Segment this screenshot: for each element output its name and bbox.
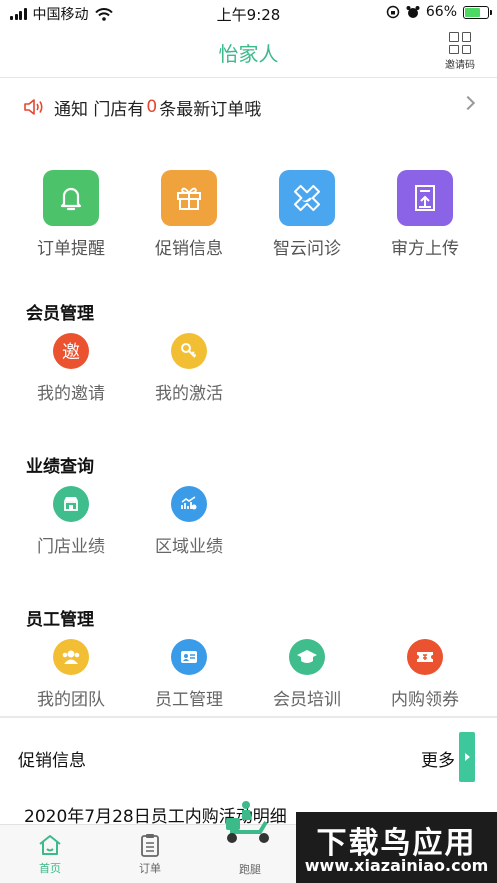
order-notice-bar[interactable]: 通知 门店有 0 条最新订单哦 <box>0 78 497 136</box>
internal-coupon-label: 内购领券 <box>391 690 459 710</box>
promotion-header: 促销信息 更多 <box>0 730 497 782</box>
invite-code-label: 邀请码 <box>445 60 475 71</box>
watermark-overlay: 下载鸟应用 www.xiazainiao.com <box>296 812 497 883</box>
tab-home-label: 首页 <box>39 862 61 875</box>
side-expand-tab[interactable] <box>459 732 475 782</box>
more-link[interactable]: 更多 <box>421 746 455 771</box>
store-icon <box>53 486 89 522</box>
my-invite-button[interactable]: 邀 我的邀请 <box>12 333 130 404</box>
order-reminder-button[interactable]: 订单提醒 <box>12 170 130 259</box>
staff-management-label: 员工管理 <box>155 690 223 710</box>
internal-coupon-button[interactable]: 内购领券 <box>366 639 484 710</box>
qr-code-icon <box>449 32 471 54</box>
alarm-icon <box>406 6 420 18</box>
home-icon <box>39 835 61 855</box>
region-performance-label: 区域业绩 <box>155 537 223 557</box>
tab-errand-label: 跑腿 <box>239 863 261 876</box>
performance-title: 业绩查询 <box>26 457 94 477</box>
my-team-label: 我的团队 <box>37 690 105 710</box>
section-divider <box>0 716 497 718</box>
smart-consult-label: 智云问诊 <box>273 239 341 259</box>
tab-orders-label: 订单 <box>139 862 161 875</box>
my-activation-button[interactable]: 我的激活 <box>130 333 248 404</box>
clipboard-icon <box>141 834 159 857</box>
member-training-button[interactable]: 会员培训 <box>248 639 366 710</box>
team-icon <box>53 639 89 675</box>
graduation-icon <box>289 639 325 675</box>
member-mgmt-title: 会员管理 <box>26 304 94 324</box>
prescription-upload-button[interactable]: 审方上传 <box>366 170 484 259</box>
invite-code-button[interactable]: 邀请码 <box>443 32 477 71</box>
navbar: 怡家人 邀请码 <box>0 26 497 78</box>
speaker-icon <box>24 99 43 115</box>
member-training-label: 会员培训 <box>273 690 341 710</box>
prescription-upload-label: 审方上传 <box>391 239 459 259</box>
chevron-right-icon <box>460 95 476 111</box>
my-activation-label: 我的激活 <box>155 384 223 404</box>
region-performance-button[interactable]: 区域业绩 <box>130 486 248 557</box>
smart-consult-button[interactable]: 智云问诊 <box>248 170 366 259</box>
upload-icon <box>397 170 453 226</box>
battery-icon <box>463 5 492 19</box>
order-reminder-label: 订单提醒 <box>37 239 105 259</box>
staff-management-button[interactable]: 员工管理 <box>130 639 248 710</box>
performance-row: 门店业绩 区域业绩 <box>12 486 248 557</box>
status-right: 66% <box>386 4 492 20</box>
promotion-info-label: 促销信息 <box>155 239 223 259</box>
staff-mgmt-title: 员工管理 <box>26 610 94 630</box>
gift-icon <box>161 170 217 226</box>
watermark-url: www.xiazainiao.com <box>304 856 489 875</box>
ticket-icon <box>407 639 443 675</box>
my-invite-label: 我的邀请 <box>37 384 105 404</box>
tab-home[interactable]: 首页 <box>0 825 100 883</box>
bell-icon <box>43 170 99 226</box>
battery-percent: 66% <box>425 4 457 20</box>
tab-orders[interactable]: 订单 <box>100 825 200 883</box>
invite-icon: 邀 <box>53 333 89 369</box>
notice-prefix: 通知 门店有 <box>54 99 145 120</box>
staff-mgmt-row: 我的团队 员工管理 会员培训 内购领券 <box>12 639 484 710</box>
promotion-title: 促销信息 <box>18 751 86 771</box>
scooter-icon <box>226 801 269 843</box>
id-card-icon <box>171 639 207 675</box>
consult-icon <box>279 170 335 226</box>
my-team-button[interactable]: 我的团队 <box>12 639 130 710</box>
key-icon <box>171 333 207 369</box>
chart-icon <box>171 486 207 522</box>
main-function-grid: 订单提醒 促销信息 智云问诊 审方上传 <box>0 170 497 259</box>
page-title: 怡家人 <box>218 42 279 66</box>
store-performance-label: 门店业绩 <box>37 537 105 557</box>
status-bar: 中国移动 上午9:28 66% <box>0 0 497 26</box>
notice-count: 0 <box>146 97 158 117</box>
rotation-lock-icon <box>386 5 400 19</box>
notice-suffix: 条最新订单哦 <box>159 99 262 120</box>
store-performance-button[interactable]: 门店业绩 <box>12 486 130 557</box>
promotion-info-button[interactable]: 促销信息 <box>130 170 248 259</box>
member-mgmt-row: 邀 我的邀请 我的激活 <box>12 333 248 404</box>
